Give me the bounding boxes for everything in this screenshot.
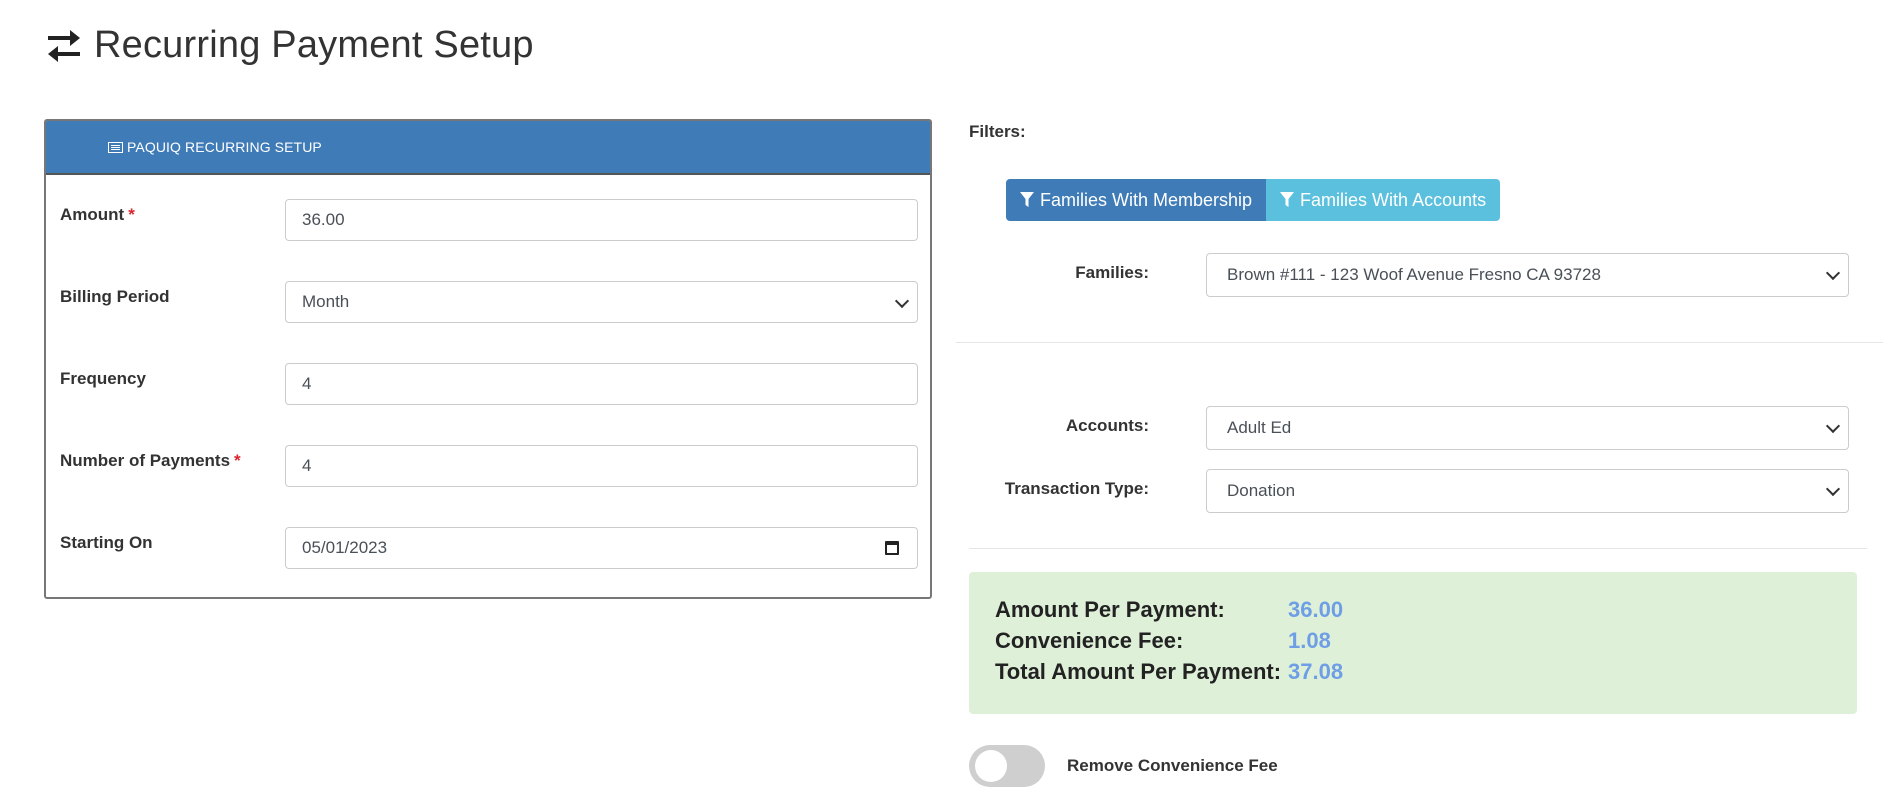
- amount-label: Amount *: [60, 205, 135, 224]
- families-with-membership-label: Families With Membership: [1040, 189, 1253, 210]
- starting-on-date-input[interactable]: 05/01/2023: [285, 527, 918, 569]
- total-per-payment-value: 37.08: [1288, 658, 1344, 684]
- chevron-down-icon: [1825, 265, 1841, 281]
- list-icon: [108, 141, 123, 153]
- exchange-icon: [48, 29, 80, 62]
- chevron-down-icon: [894, 293, 910, 309]
- frequency-row: Frequency 4: [60, 363, 918, 407]
- families-with-accounts-label: Families With Accounts: [1300, 189, 1487, 210]
- total-per-payment-label: Total Amount Per Payment:: [995, 658, 1282, 684]
- accounts-row: Accounts: Adult Ed: [969, 406, 1849, 450]
- families-row: Families: Brown #111 - 123 Woof Avenue F…: [969, 253, 1849, 297]
- convenience-fee-value: 1.08: [1288, 627, 1331, 653]
- families-with-membership-button[interactable]: Families With Membership: [1006, 179, 1267, 221]
- starting-on-value: 05/01/2023: [302, 538, 388, 557]
- billing-period-value: Month: [302, 292, 350, 311]
- amount-row: Amount * 36.00: [60, 199, 918, 243]
- families-label: Families:: [1075, 263, 1149, 282]
- card-header: PAQUIQ RECURRING SETUP: [46, 121, 930, 175]
- calendar-icon[interactable]: [885, 541, 899, 555]
- families-select[interactable]: Brown #111 - 123 Woof Avenue Fresno CA 9…: [1206, 253, 1849, 297]
- convenience-fee-row: Convenience Fee: 1.08: [995, 625, 1831, 656]
- filter-icon: [1020, 192, 1034, 207]
- frequency-label: Frequency: [60, 369, 146, 388]
- filter-button-group: Families With Membership Families With A…: [1006, 179, 1501, 221]
- accounts-label: Accounts:: [1065, 416, 1149, 435]
- accounts-select[interactable]: Adult Ed: [1206, 406, 1849, 450]
- amount-input[interactable]: 36.00: [285, 199, 918, 241]
- recurring-setup-card: PAQUIQ RECURRING SETUP Amount * 36.00 Bil…: [44, 119, 932, 599]
- divider: [969, 548, 1867, 549]
- remove-convenience-fee-label: Remove Convenience Fee: [1067, 756, 1278, 775]
- filter-icon: [1280, 192, 1295, 207]
- remove-convenience-fee-toggle[interactable]: [969, 745, 1045, 787]
- accounts-value: Adult Ed: [1227, 418, 1292, 437]
- chevron-down-icon: [1825, 418, 1841, 434]
- amount-per-payment-label: Amount Per Payment:: [995, 596, 1225, 622]
- amount-per-payment-row: Amount Per Payment: 36.00: [995, 594, 1831, 625]
- starting-on-row: Starting On 05/01/2023: [60, 527, 918, 571]
- page-title: Recurring Payment Setup: [44, 24, 534, 67]
- billing-period-row: Billing Period Month: [60, 281, 918, 325]
- families-value: Brown #111 - 123 Woof Avenue Fresno CA 9…: [1227, 265, 1601, 284]
- filters-label: Filters:: [969, 122, 1026, 141]
- transaction-type-select[interactable]: Donation: [1206, 469, 1849, 513]
- toggle-knob: [975, 750, 1007, 782]
- amount-per-payment-value: 36.00: [1288, 596, 1344, 622]
- families-with-accounts-button[interactable]: Families With Accounts: [1266, 179, 1501, 221]
- required-mark: *: [234, 451, 241, 470]
- frequency-input[interactable]: 4: [285, 363, 918, 405]
- convenience-fee-label: Convenience Fee:: [995, 627, 1184, 653]
- transaction-type-label: Transaction Type:: [1004, 479, 1149, 498]
- number-of-payments-label: Number of Payments *: [60, 451, 241, 470]
- card-header-title: PAQUIQ RECURRING SETUP: [127, 139, 322, 155]
- total-per-payment-row: Total Amount Per Payment: 37.08: [995, 656, 1831, 687]
- divider: [956, 342, 1883, 343]
- number-of-payments-row: Number of Payments * 4: [60, 445, 918, 489]
- transaction-type-row: Transaction Type: Donation: [969, 469, 1849, 513]
- number-of-payments-input[interactable]: 4: [285, 445, 918, 487]
- required-mark: *: [128, 205, 135, 224]
- starting-on-label: Starting On: [60, 533, 153, 552]
- billing-period-select[interactable]: Month: [285, 281, 918, 323]
- page-title-text: Recurring Payment Setup: [94, 24, 534, 66]
- remove-convenience-fee-row: Remove Convenience Fee: [969, 745, 1278, 787]
- chevron-down-icon: [1825, 481, 1841, 497]
- transaction-type-value: Donation: [1227, 481, 1296, 500]
- payment-summary: Amount Per Payment: 36.00 Convenience Fe…: [969, 572, 1857, 714]
- billing-period-label: Billing Period: [60, 287, 170, 306]
